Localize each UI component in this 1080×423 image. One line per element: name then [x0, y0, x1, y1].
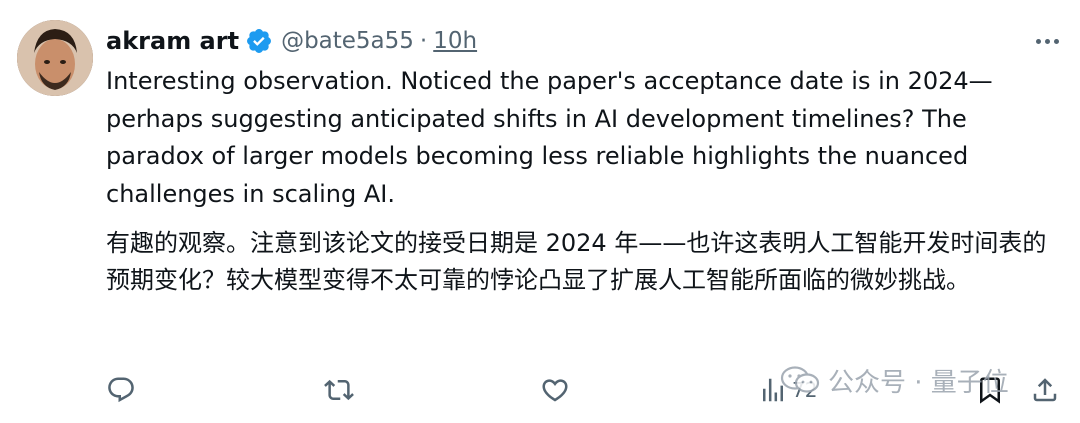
- share-icon: [1033, 378, 1057, 402]
- author-name[interactable]: akram art: [106, 27, 239, 55]
- retweet-icon: [324, 379, 354, 401]
- like-button[interactable]: [540, 368, 570, 412]
- verified-badge-icon: [245, 27, 273, 55]
- tweet-text-chinese: 有趣的观察。注意到该论文的接受日期是 2024 年——也许这表明人工智能开发时间…: [106, 229, 1047, 294]
- avatar[interactable]: [17, 20, 93, 96]
- separator-dot: ·: [419, 28, 428, 54]
- tweet-text-english: Interesting observation. Noticed the pap…: [106, 67, 993, 208]
- reply-button[interactable]: [106, 368, 136, 412]
- timestamp[interactable]: 10h: [433, 28, 477, 54]
- watermark: 公众号 · 量子位: [780, 362, 1009, 398]
- author-handle[interactable]: @bate5a55: [281, 28, 414, 54]
- share-button[interactable]: [1030, 368, 1060, 412]
- tweet-header: akram art @bate5a55 · 10h: [106, 22, 477, 60]
- like-icon: [542, 379, 568, 402]
- watermark-text: 公众号 · 量子位: [828, 367, 1009, 398]
- reply-icon: [108, 377, 134, 403]
- wechat-icon: [780, 366, 820, 393]
- retweet-button[interactable]: [324, 368, 354, 412]
- more-icon[interactable]: [1032, 28, 1062, 54]
